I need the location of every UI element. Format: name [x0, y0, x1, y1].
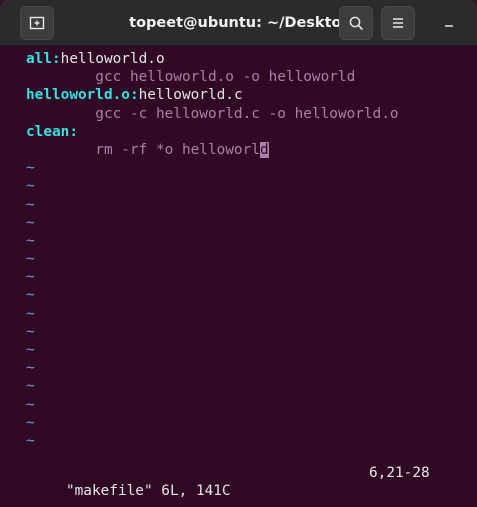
- tilde-line: ~: [26, 251, 35, 268]
- tilde-line: ~: [26, 432, 35, 449]
- tilde-line: ~: [26, 287, 35, 304]
- make-target: clean:: [26, 123, 78, 140]
- make-target: all:: [26, 51, 61, 67]
- buffer-line: gcc helloworld.o -o helloworld: [26, 69, 356, 86]
- minimize-icon: [443, 14, 455, 33]
- tilde-line: ~: [26, 178, 35, 195]
- new-tab-icon: [29, 15, 45, 31]
- empty-lines: ~ ~ ~ ~ ~ ~ ~ ~ ~ ~ ~ ~ ~ ~ ~ ~: [26, 159, 399, 450]
- search-button[interactable]: [339, 6, 373, 40]
- tilde-line: ~: [26, 232, 35, 249]
- vim-status-line: "makefile" 6L, 141C 6,21-28: [14, 464, 477, 499]
- cursor-position: 6,21-28: [369, 465, 430, 481]
- minimize-button[interactable]: [432, 6, 466, 40]
- tilde-line: ~: [26, 323, 35, 340]
- tilde-line: ~: [26, 378, 35, 395]
- buffer-line: rm -rf *o helloworld: [26, 141, 399, 159]
- buffer-line: all:helloworld.o: [26, 50, 399, 68]
- terminal-area[interactable]: all:helloworld.o gcc helloworld.o -o hel…: [0, 46, 477, 507]
- hamburger-menu-icon: [391, 17, 405, 29]
- tilde-line: ~: [26, 342, 35, 358]
- command-text: rm -rf *o helloworl: [26, 141, 260, 158]
- text-cursor: d: [259, 141, 269, 158]
- tilde-line: ~: [26, 414, 35, 431]
- file-info: "makefile" 6L, 141C: [65, 483, 231, 499]
- tilde-line: ~: [26, 214, 35, 231]
- buffer-line: clean:: [26, 123, 399, 141]
- tilde-line: ~: [26, 360, 35, 377]
- buffer-line: gcc -c helloworld.c -o helloworld.o: [26, 105, 399, 122]
- search-icon: [348, 15, 364, 31]
- buffer-line: helloworld.o:helloworld.c: [26, 86, 399, 104]
- tilde-line: ~: [26, 305, 35, 322]
- terminal-window: topeet@ubuntu: ~/Desktop all:helloworld.…: [0, 0, 477, 507]
- tilde-line: ~: [26, 269, 35, 286]
- menu-button[interactable]: [381, 6, 415, 40]
- new-tab-button[interactable]: [20, 6, 54, 40]
- make-target: helloworld.o:: [26, 87, 139, 104]
- make-prerequisite: helloworld.c: [138, 87, 243, 104]
- title-bar[interactable]: topeet@ubuntu: ~/Desktop: [0, 0, 477, 46]
- make-prerequisite: helloworld.o: [60, 51, 165, 67]
- tilde-line: ~: [26, 196, 35, 213]
- tilde-line: ~: [26, 160, 35, 177]
- tilde-line: ~: [26, 396, 35, 413]
- editor-buffer[interactable]: all:helloworld.o gcc helloworld.o -o hel…: [26, 50, 399, 450]
